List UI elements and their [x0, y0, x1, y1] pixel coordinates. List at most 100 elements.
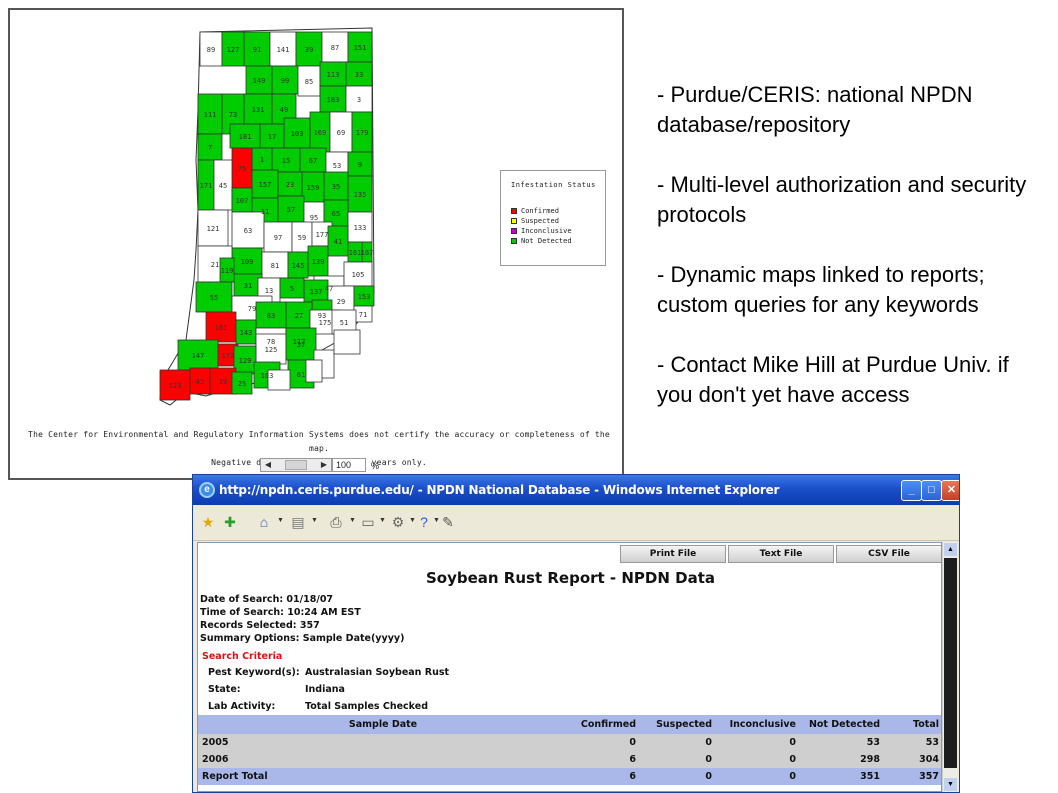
county-label: 141: [277, 46, 290, 54]
criteria-value: Australasian Soybean Rust: [305, 667, 450, 678]
criteria-key: Pest Keyword(s):: [208, 667, 300, 678]
criteria-value: Indiana: [305, 684, 345, 695]
report-page: Print File Text File CSV File Soybean Ru…: [197, 542, 942, 792]
cell: 304: [884, 751, 941, 768]
cell: 298: [800, 751, 884, 768]
column-header: Confirmed: [568, 715, 640, 734]
browser-titlebar[interactable]: e http://npdn.ceris.purdue.edu/ - NPDN N…: [193, 475, 959, 505]
cell: 2006: [198, 751, 568, 768]
county-label: 105: [352, 271, 365, 279]
cell: 357: [884, 768, 941, 785]
county-label: 65: [332, 210, 340, 218]
scroll-thumb[interactable]: [944, 558, 957, 768]
county-label: 67: [309, 157, 317, 165]
county-label: 31: [244, 282, 252, 290]
zoom-input[interactable]: 100: [332, 458, 366, 472]
research-icon[interactable]: ✎: [439, 513, 457, 531]
disclaimer-line: The Center for Environmental and Regulat…: [28, 430, 610, 453]
county-label: 15: [282, 157, 290, 165]
bullet-item: - Contact Mike Hill at Purdue Univ. if y…: [657, 352, 1009, 407]
county-label: 89: [207, 46, 215, 54]
zoom-unit: %: [371, 461, 380, 471]
csv-file-button[interactable]: CSV File: [836, 545, 941, 563]
favorites-star-icon[interactable]: ★: [199, 513, 217, 531]
chevron-down-icon[interactable]: ▼: [379, 517, 386, 524]
county-label: 149: [253, 77, 266, 85]
county-label: 63: [244, 227, 252, 235]
cell: 0: [716, 751, 800, 768]
column-header: Total: [884, 715, 941, 734]
page-icon[interactable]: ▭: [359, 513, 377, 531]
chevron-down-icon[interactable]: ▼: [277, 517, 284, 524]
county-region[interactable]: [333, 329, 361, 355]
help-icon[interactable]: ?: [415, 513, 433, 531]
feeds-icon[interactable]: ▤: [289, 513, 307, 531]
table-row: 2006 6 0 0 298 304: [198, 751, 941, 768]
text-file-button[interactable]: Text File: [728, 545, 834, 563]
cell: 0: [640, 768, 716, 785]
home-icon[interactable]: ⌂: [255, 513, 273, 531]
county-label: 71: [359, 311, 367, 319]
county-label: 47: [325, 285, 333, 293]
county-label: 73: [229, 111, 237, 119]
legend-item-suspected: Suspected: [511, 217, 559, 225]
county-label: 107: [236, 197, 249, 205]
county-label: 135: [354, 191, 367, 199]
cell: Report Total: [198, 768, 568, 785]
suspected-swatch: [511, 218, 517, 224]
county-label: 11: [261, 208, 269, 216]
scroll-down-icon[interactable]: ▼: [944, 778, 957, 791]
county-label: 137: [310, 288, 323, 296]
scroll-right-icon[interactable]: ▶: [318, 459, 330, 471]
chevron-down-icon[interactable]: ▼: [349, 517, 356, 524]
close-button[interactable]: ✕: [941, 480, 959, 501]
tools-icon[interactable]: ⚙: [389, 513, 407, 531]
scroll-up-icon[interactable]: ▲: [944, 543, 957, 556]
cell: 6: [568, 751, 640, 768]
county-region[interactable]: [305, 359, 323, 383]
county-label: 167: [361, 249, 374, 257]
vertical-scrollbar[interactable]: ▲ ▼: [942, 542, 958, 792]
cell: 351: [800, 768, 884, 785]
map-horizontal-scrollbar[interactable]: ◀ ▶: [260, 458, 332, 472]
print-file-button[interactable]: Print File: [620, 545, 726, 563]
county-label: 43: [196, 378, 204, 386]
maximize-button[interactable]: □: [921, 480, 942, 501]
browser-title: http://npdn.ceris.purdue.edu/ - NPDN Nat…: [219, 483, 780, 497]
county-label: 35: [332, 183, 340, 191]
county-label: 33: [355, 71, 363, 79]
county-label: 78: [267, 338, 275, 346]
county-label: 95: [310, 214, 318, 222]
county-label: 145: [292, 262, 305, 270]
add-favorites-icon[interactable]: ✚: [221, 513, 239, 531]
cell: 0: [716, 734, 800, 751]
bullet-item: - Dynamic maps linked to reports; custom…: [657, 262, 985, 317]
county-label: 19: [219, 378, 227, 386]
county-label: 5: [290, 285, 294, 293]
legend-label: Confirmed: [521, 207, 559, 215]
ie-logo-icon: e: [199, 482, 215, 498]
county-label: 13: [265, 287, 273, 295]
cell: 0: [568, 734, 640, 751]
county-label: 109: [241, 258, 254, 266]
browser-window: e http://npdn.ceris.purdue.edu/ - NPDN N…: [192, 474, 960, 793]
print-icon[interactable]: ⎙: [327, 513, 345, 531]
county-label: 27: [295, 312, 303, 320]
cell: 2005: [198, 734, 568, 751]
cell: 0: [640, 734, 716, 751]
scroll-left-icon[interactable]: ◀: [262, 459, 274, 471]
county-label: 119: [221, 267, 234, 275]
county-label: 173: [222, 352, 235, 360]
bullet-list: - Purdue/CERIS: national NPDN database/r…: [657, 80, 1047, 440]
chevron-down-icon[interactable]: ▼: [311, 517, 318, 524]
table-header-row: Sample Date Confirmed Suspected Inconclu…: [198, 715, 941, 734]
cell: 0: [640, 751, 716, 768]
minimize-button[interactable]: _: [901, 480, 922, 501]
county-label: 181: [239, 133, 252, 141]
county-label: 129: [239, 357, 252, 365]
legend-item-confirmed: Confirmed: [511, 207, 559, 215]
county-label: 121: [207, 225, 220, 233]
scroll-thumb[interactable]: [285, 460, 307, 470]
county-label: 159: [307, 184, 320, 192]
county-label: 61: [297, 371, 305, 379]
